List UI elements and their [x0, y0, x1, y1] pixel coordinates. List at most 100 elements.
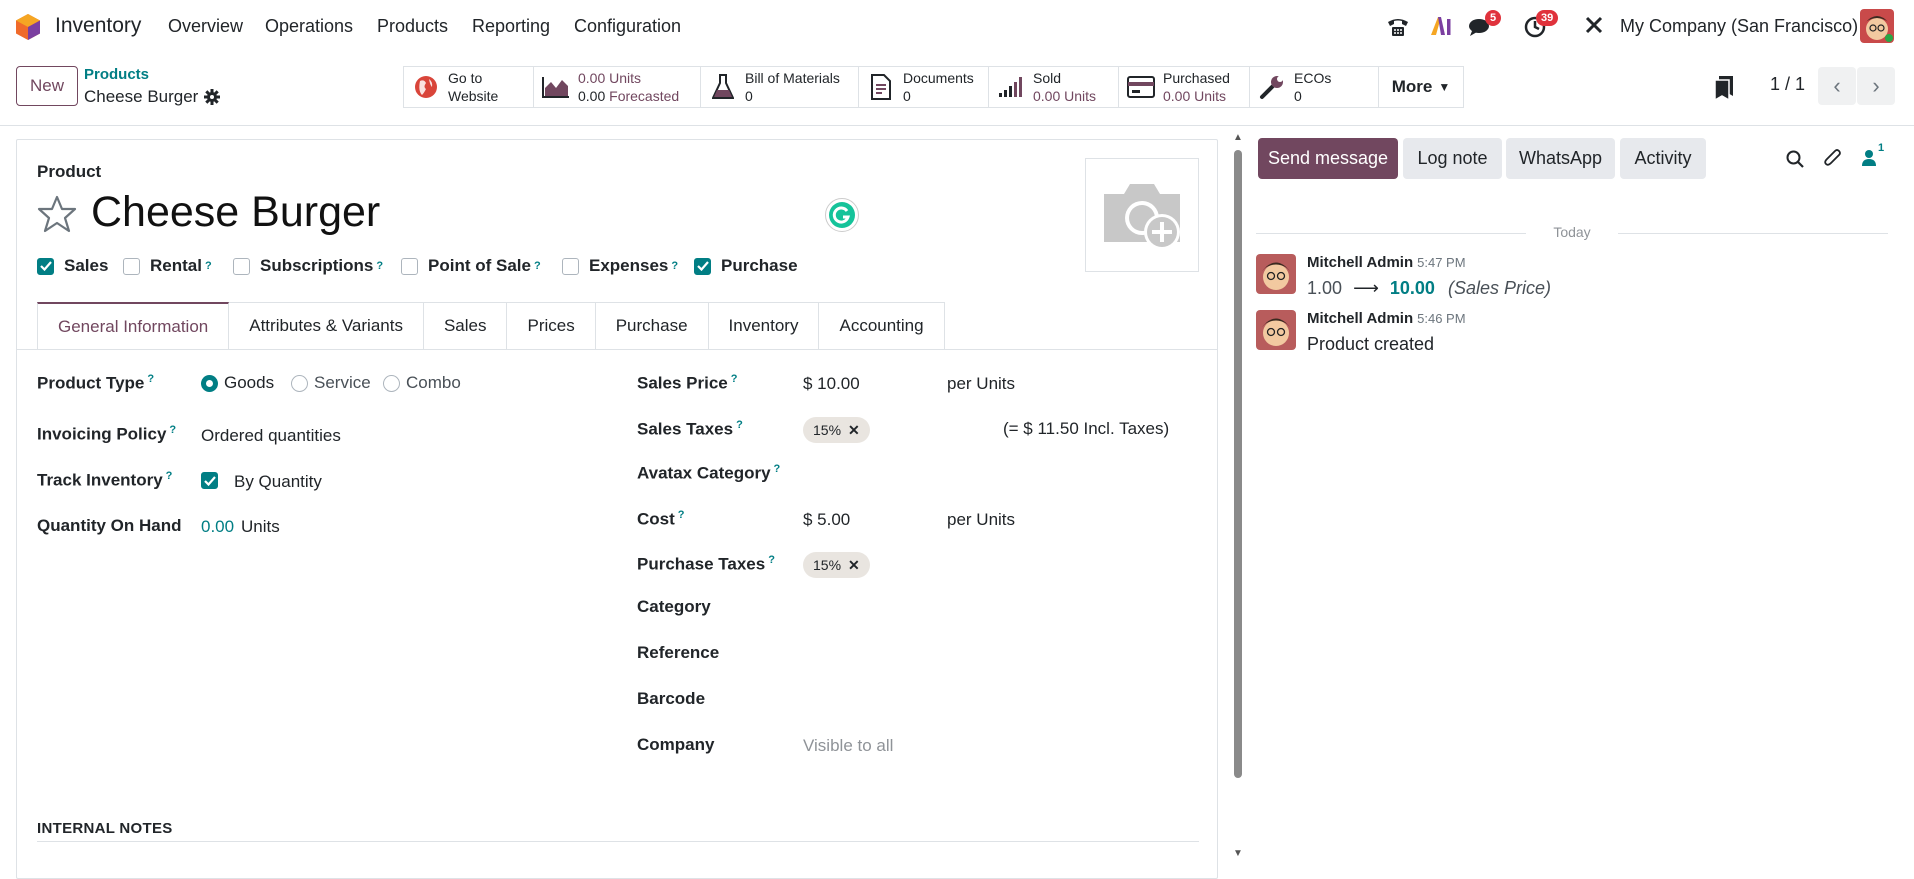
checkbox-pos-box[interactable]: [401, 257, 418, 275]
app-logo-icon[interactable]: [16, 14, 40, 40]
help-icon[interactable]: ?: [736, 419, 743, 431]
date-separator: Today: [1256, 224, 1888, 240]
whatsapp-button[interactable]: WhatsApp: [1506, 138, 1615, 179]
company-switcher[interactable]: My Company (San Francisco): [1620, 16, 1858, 37]
breadcrumb-products[interactable]: Products: [84, 66, 149, 83]
author-avatar[interactable]: [1256, 254, 1296, 294]
check-icon[interactable]: [694, 257, 711, 275]
pager-value[interactable]: 1 / 1: [1770, 74, 1805, 95]
help-icon[interactable]: ?: [166, 470, 173, 482]
user-avatar[interactable]: [1860, 9, 1894, 43]
help-icon[interactable]: ?: [205, 260, 212, 272]
pager-previous-button[interactable]: ‹: [1818, 67, 1856, 105]
radio-service-dot[interactable]: [291, 375, 308, 393]
more-button[interactable]: More ▼: [1378, 66, 1464, 108]
author-avatar[interactable]: [1256, 310, 1296, 350]
radio-combo[interactable]: Combo: [383, 373, 461, 393]
form-scrollbar[interactable]: ▲ ▼: [1230, 132, 1246, 866]
product-image-upload[interactable]: [1085, 158, 1199, 272]
message-author[interactable]: Mitchell Admin 5:47 PM: [1307, 254, 1466, 271]
tab-attributes-variants[interactable]: Attributes & Variants: [229, 302, 424, 350]
radio-goods[interactable]: Goods: [201, 373, 274, 393]
help-icon[interactable]: ?: [534, 260, 541, 272]
purchase-tax-tag[interactable]: 15% ✕: [803, 552, 870, 578]
gear-icon[interactable]: [204, 89, 220, 105]
smart-button-forecast[interactable]: 0.00 Units 0.00 Forecasted: [533, 66, 701, 108]
bookmark-icon[interactable]: [1714, 76, 1734, 100]
checkbox-expenses-box[interactable]: [562, 257, 579, 275]
scroll-down-icon[interactable]: ▼: [1233, 848, 1243, 859]
help-icon[interactable]: ?: [169, 424, 176, 436]
check-icon[interactable]: [37, 257, 54, 275]
purchase-taxes-label: Purchase Taxes?: [637, 554, 775, 574]
smart-button-bom[interactable]: Bill of Materials 0: [700, 66, 859, 108]
quantity-on-hand-value[interactable]: 0.00: [201, 517, 234, 537]
help-icon[interactable]: ?: [731, 373, 738, 385]
product-name-field[interactable]: Cheese Burger: [91, 188, 380, 237]
checkbox-purchase[interactable]: Purchase: [694, 256, 798, 276]
help-icon[interactable]: ?: [671, 260, 678, 272]
message-author[interactable]: Mitchell Admin 5:46 PM: [1307, 310, 1466, 327]
check-icon[interactable]: [201, 472, 218, 489]
sales-price-field[interactable]: $ 10.00: [803, 374, 860, 394]
checkbox-subscriptions[interactable]: Subscriptions?: [233, 256, 383, 276]
tab-inventory[interactable]: Inventory: [708, 302, 820, 350]
smart-button-sold[interactable]: Sold 0.00 Units: [988, 66, 1119, 108]
checkbox-subscriptions-box[interactable]: [233, 257, 250, 275]
tab-general-information[interactable]: General Information: [37, 302, 230, 350]
menu-products[interactable]: Products: [377, 16, 448, 37]
phone-icon[interactable]: [1386, 16, 1410, 38]
scroll-up-icon[interactable]: ▲: [1233, 132, 1243, 143]
smart-button-go-to-website[interactable]: Go to Website: [403, 66, 534, 108]
grammarly-icon[interactable]: [825, 198, 859, 232]
tools-icon[interactable]: [1584, 15, 1604, 35]
help-icon[interactable]: ?: [376, 260, 383, 272]
checkbox-sales[interactable]: Sales: [37, 256, 108, 276]
invoicing-policy-field[interactable]: Ordered quantities: [201, 426, 341, 446]
help-icon[interactable]: ?: [147, 373, 154, 385]
close-icon[interactable]: ✕: [848, 422, 860, 439]
paperclip-icon[interactable]: [1823, 148, 1843, 170]
ai-icon[interactable]: [1429, 15, 1453, 37]
checkbox-rental[interactable]: Rental?: [123, 256, 212, 276]
checkbox-point-of-sale[interactable]: Point of Sale?: [401, 256, 541, 276]
tab-sales[interactable]: Sales: [423, 302, 508, 350]
activity-button[interactable]: Activity: [1620, 138, 1706, 179]
pager-next-button[interactable]: ›: [1857, 67, 1895, 105]
checkbox-purchase-label: Purchase: [721, 256, 798, 275]
smart-forecast-value: 0.00: [578, 88, 606, 104]
send-message-button[interactable]: Send message: [1258, 138, 1398, 179]
close-icon[interactable]: ✕: [848, 557, 860, 574]
tab-prices[interactable]: Prices: [507, 302, 596, 350]
tab-accounting[interactable]: Accounting: [819, 302, 945, 350]
checkbox-rental-box[interactable]: [123, 257, 140, 275]
smart-button-ecos[interactable]: ECOs 0: [1249, 66, 1379, 108]
radio-combo-dot[interactable]: [383, 375, 400, 393]
tab-purchase[interactable]: Purchase: [595, 302, 709, 350]
menu-configuration[interactable]: Configuration: [574, 16, 681, 37]
company-field[interactable]: Visible to all: [803, 736, 893, 756]
scrollbar-thumb[interactable]: [1234, 150, 1242, 778]
search-icon[interactable]: [1786, 150, 1804, 168]
sales-tax-tag[interactable]: 15% ✕: [803, 417, 870, 443]
menu-operations[interactable]: Operations: [265, 16, 353, 37]
log-note-button[interactable]: Log note: [1403, 138, 1502, 179]
cost-label: Cost?: [637, 509, 685, 529]
cost-field[interactable]: $ 5.00: [803, 510, 850, 530]
smart-button-documents[interactable]: Documents 0: [858, 66, 989, 108]
new-button[interactable]: New: [16, 66, 78, 106]
help-icon[interactable]: ?: [774, 463, 781, 475]
followers-icon[interactable]: [1861, 149, 1877, 167]
help-icon[interactable]: ?: [768, 554, 775, 566]
checkbox-expenses[interactable]: Expenses?: [562, 256, 678, 276]
smart-button-purchased[interactable]: Purchased 0.00 Units: [1118, 66, 1250, 108]
favorite-star-icon[interactable]: [37, 194, 77, 234]
menu-reporting[interactable]: Reporting: [472, 16, 550, 37]
help-icon[interactable]: ?: [678, 509, 685, 521]
radio-service[interactable]: Service: [291, 373, 371, 393]
menu-overview[interactable]: Overview: [168, 16, 243, 37]
radio-goods-dot[interactable]: [201, 375, 218, 393]
smart-units-label: Units: [609, 70, 642, 86]
app-name[interactable]: Inventory: [55, 14, 141, 38]
category-label: Category: [637, 597, 711, 616]
